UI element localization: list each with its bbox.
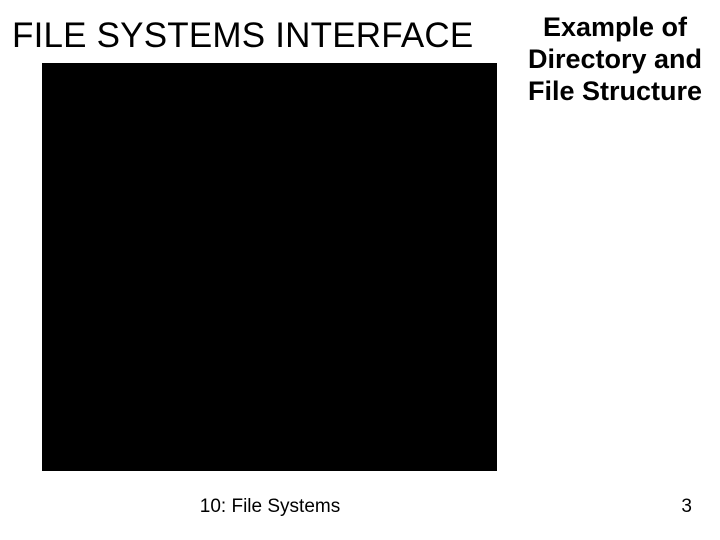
slide-subtitle: Example of Directory and File Structure bbox=[514, 12, 716, 108]
page-number: 3 bbox=[681, 496, 692, 518]
footer-chapter: 10: File Systems bbox=[0, 496, 540, 518]
slide: FILE SYSTEMS INTERFACE Example of Direct… bbox=[0, 0, 720, 540]
page-title: FILE SYSTEMS INTERFACE bbox=[12, 16, 473, 56]
figure-placeholder bbox=[42, 63, 497, 471]
